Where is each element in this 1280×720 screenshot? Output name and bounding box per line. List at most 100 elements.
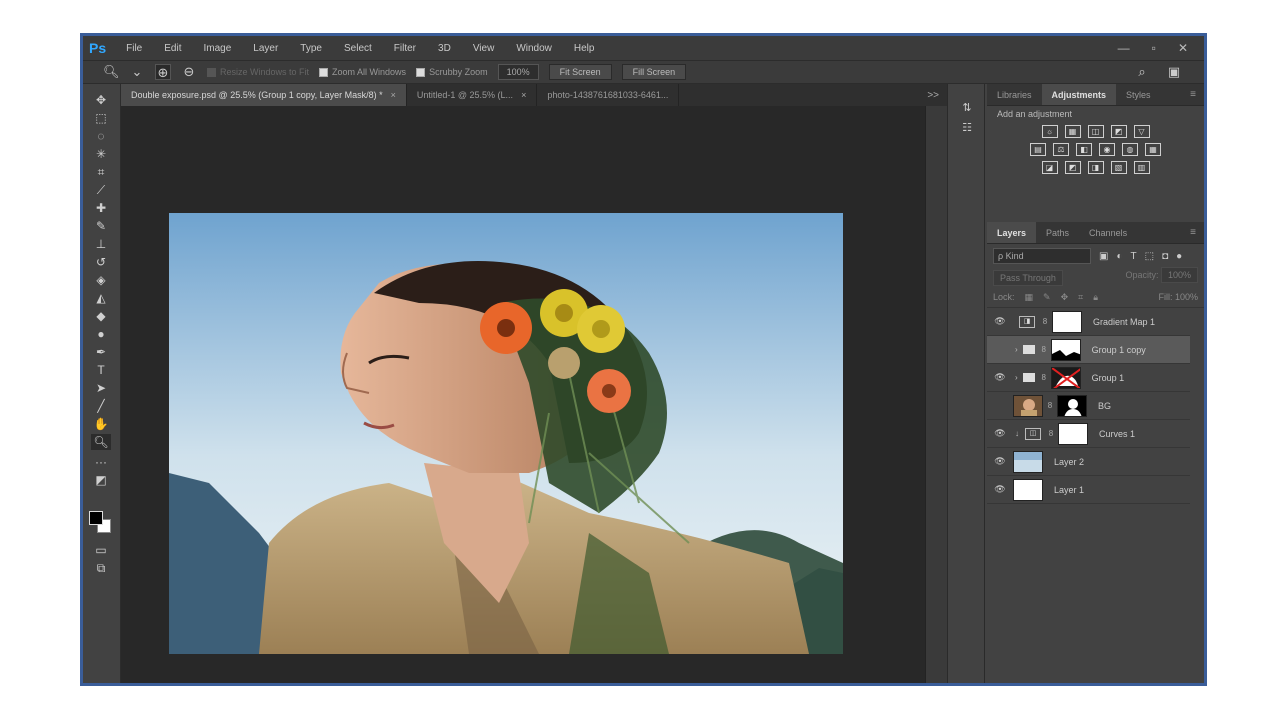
filter-toggle-icon[interactable]: ●: [1176, 251, 1182, 262]
hand-tool-icon[interactable]: ✋: [91, 416, 111, 432]
clone-stamp-tool-icon[interactable]: ⊥: [91, 236, 111, 252]
eye-icon[interactable]: 👁︎: [987, 456, 1013, 467]
crop-tool-icon[interactable]: ⌗: [91, 164, 111, 180]
layer-group-1-copy[interactable]: 👁︎ › 8 Group 1 copy: [987, 336, 1190, 364]
type-tool-icon[interactable]: T: [91, 362, 111, 378]
eye-icon[interactable]: 👁︎: [987, 400, 1013, 411]
tabs-overflow-icon[interactable]: >>: [919, 84, 947, 106]
color-balance-icon[interactable]: ⚖: [1053, 143, 1069, 156]
filter-smart-object-icon[interactable]: ◘: [1162, 251, 1168, 262]
close-tab-icon[interactable]: ×: [391, 90, 396, 100]
menu-select[interactable]: Select: [344, 43, 372, 54]
layer-gradient-map-1[interactable]: 👁︎ ◨ 8 Gradient Map 1: [987, 308, 1190, 336]
zoom-in-icon[interactable]: ⊕: [155, 64, 171, 80]
eye-icon[interactable]: 👁︎: [987, 344, 1013, 355]
layer-1[interactable]: 👁︎ Layer 1: [987, 476, 1190, 504]
document-canvas[interactable]: [169, 213, 843, 654]
tab-styles[interactable]: Styles: [1116, 84, 1161, 105]
gradient-map-icon[interactable]: ▥: [1133, 161, 1150, 174]
resize-windows-checkbox[interactable]: Resize Windows to Fit: [207, 67, 309, 77]
close-icon[interactable]: ✕: [1178, 41, 1188, 55]
lock-artboard-icon[interactable]: ⌗: [1078, 292, 1083, 303]
eye-icon[interactable]: 👁︎: [987, 316, 1013, 327]
menu-edit[interactable]: Edit: [164, 43, 181, 54]
filter-shape-icon[interactable]: ⬚: [1145, 251, 1154, 262]
hue-saturation-icon[interactable]: ▤: [1030, 143, 1046, 156]
restore-icon[interactable]: ▫: [1152, 41, 1156, 55]
color-lookup-icon[interactable]: ▦: [1145, 143, 1161, 156]
dodge-tool-icon[interactable]: ●: [91, 326, 111, 342]
healing-brush-tool-icon[interactable]: ✚: [91, 200, 111, 216]
layer-2[interactable]: 👁︎ Layer 2: [987, 448, 1190, 476]
gradient-tool-icon[interactable]: ◭: [91, 290, 111, 306]
zoom-value-field[interactable]: 100%: [497, 64, 539, 80]
tab-untitled-1[interactable]: Untitled-1 @ 25.5% (L... ×: [407, 84, 538, 106]
exposure-icon[interactable]: ◩: [1110, 125, 1127, 138]
layer-curves-1[interactable]: 👁︎ ↓ ◫ 8 Curves 1: [987, 420, 1190, 448]
marquee-tool-icon[interactable]: ⬚: [91, 110, 111, 126]
search-icon[interactable]: ⌕: [1134, 64, 1150, 80]
minimize-icon[interactable]: —: [1118, 41, 1130, 55]
filter-type-icon[interactable]: T: [1131, 251, 1137, 262]
menu-file[interactable]: File: [126, 43, 142, 54]
layer-thumbnail[interactable]: [1013, 394, 1043, 417]
levels-icon[interactable]: ▦: [1064, 125, 1081, 138]
chain-link-icon[interactable]: 8: [1040, 373, 1048, 382]
default-colors-icon[interactable]: ◩: [91, 472, 111, 488]
pen-tool-icon[interactable]: ✒: [91, 344, 111, 360]
close-tab-icon[interactable]: ×: [521, 90, 526, 100]
history-panel-icon[interactable]: ☷: [957, 120, 977, 136]
opacity-field[interactable]: 100%: [1160, 267, 1198, 283]
vibrance-icon[interactable]: ▽: [1133, 125, 1150, 138]
menu-image[interactable]: Image: [203, 43, 231, 54]
chain-link-icon[interactable]: 8: [1046, 401, 1054, 410]
kind-filter-select[interactable]: ρ Kind: [993, 248, 1091, 264]
chain-link-icon[interactable]: 8: [1041, 317, 1049, 326]
move-tool-icon[interactable]: ✥: [91, 92, 111, 108]
eraser-tool-icon[interactable]: ◈: [91, 272, 111, 288]
lock-position-icon[interactable]: ✥: [1061, 292, 1069, 303]
invert-icon[interactable]: ◪: [1041, 161, 1058, 174]
filter-adjustment-icon[interactable]: ◐: [1116, 251, 1122, 262]
workspace-icon[interactable]: ▣: [1166, 64, 1182, 80]
expand-arrow-icon[interactable]: ›: [1015, 373, 1018, 382]
layer-group-1[interactable]: 👁︎ › 8 Group 1: [987, 364, 1190, 392]
tab-paths[interactable]: Paths: [1036, 222, 1079, 243]
menu-filter[interactable]: Filter: [394, 43, 416, 54]
tab-channels[interactable]: Channels: [1079, 222, 1137, 243]
expand-arrow-icon[interactable]: ›: [1015, 345, 1018, 354]
fit-screen-button[interactable]: Fit Screen: [548, 64, 612, 80]
selective-color-icon[interactable]: ▧: [1110, 161, 1127, 174]
lock-image-icon[interactable]: ✎: [1043, 292, 1051, 303]
path-selection-tool-icon[interactable]: ➤: [91, 380, 111, 396]
menu-view[interactable]: View: [473, 43, 495, 54]
black-white-icon[interactable]: ◧: [1076, 143, 1092, 156]
lock-all-icon[interactable]: 🔒︎: [1093, 292, 1098, 303]
tab-libraries[interactable]: Libraries: [987, 84, 1042, 105]
layer-mask-thumbnail[interactable]: [1052, 310, 1082, 333]
layer-mask-thumbnail[interactable]: [1057, 394, 1087, 417]
layer-mask-thumbnail[interactable]: [1050, 366, 1081, 389]
vertical-scrollbar[interactable]: [925, 106, 947, 683]
scrubby-zoom-checkbox[interactable]: Scrubby Zoom: [416, 67, 488, 77]
canvas-area[interactable]: [121, 106, 947, 683]
chain-link-icon[interactable]: 8: [1040, 345, 1048, 354]
properties-panel-icon[interactable]: ⇅: [957, 100, 977, 116]
eyedropper-tool-icon[interactable]: ⟋: [91, 182, 111, 198]
brush-tool-icon[interactable]: ✎: [91, 218, 111, 234]
lock-transparent-icon[interactable]: ▦: [1025, 292, 1034, 303]
threshold-icon[interactable]: ◨: [1087, 161, 1104, 174]
zoom-dropdown-icon[interactable]: ⌄: [129, 64, 145, 80]
layer-mask-thumbnail[interactable]: [1058, 422, 1088, 445]
menu-layer[interactable]: Layer: [253, 43, 278, 54]
panel-menu-icon[interactable]: ≡: [1190, 84, 1204, 105]
eye-icon[interactable]: 👁︎: [987, 372, 1013, 383]
zoom-all-checkbox[interactable]: Zoom All Windows: [319, 67, 406, 77]
eye-icon[interactable]: 👁︎: [987, 428, 1013, 439]
channel-mixer-icon[interactable]: ◍: [1122, 143, 1138, 156]
line-tool-icon[interactable]: ╱: [91, 398, 111, 414]
history-brush-tool-icon[interactable]: ↺: [91, 254, 111, 270]
blend-mode-select[interactable]: Pass Through: [993, 270, 1063, 286]
layer-mask-thumbnail[interactable]: [1050, 338, 1081, 361]
filter-pixel-icon[interactable]: ▣: [1099, 251, 1108, 262]
